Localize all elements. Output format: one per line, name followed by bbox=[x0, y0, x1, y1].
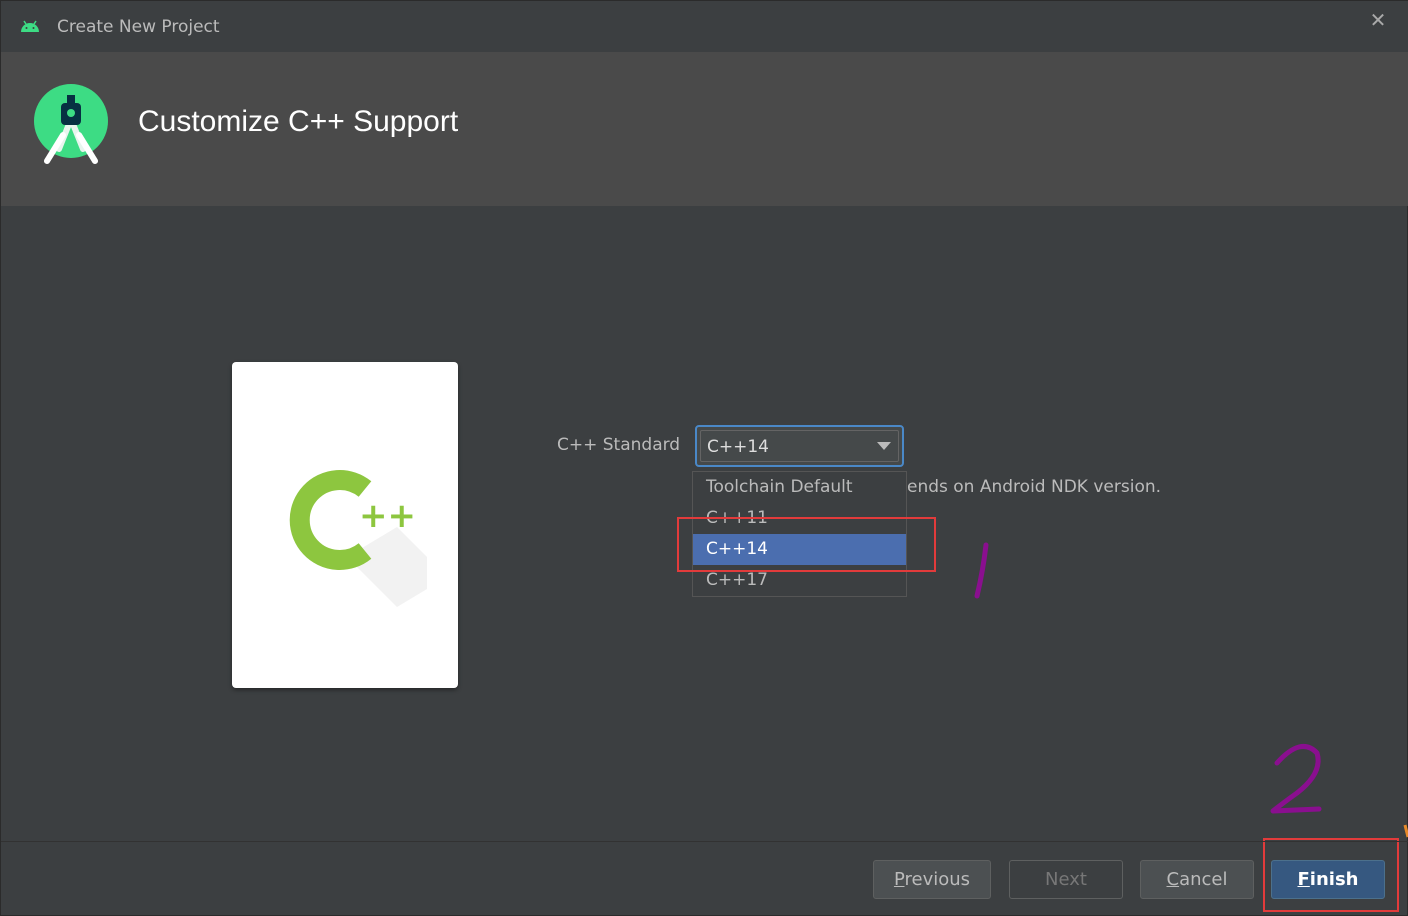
previous-button[interactable]: Previous bbox=[873, 860, 991, 899]
next-button[interactable]: Next bbox=[1009, 860, 1123, 899]
annotation-mark-1 bbox=[974, 542, 989, 599]
finish-button[interactable]: Finish bbox=[1271, 860, 1385, 899]
annotation-marks bbox=[974, 542, 1408, 838]
finish-mnemonic: F bbox=[1297, 869, 1310, 890]
next-label: Next bbox=[1045, 869, 1087, 890]
cancel-button[interactable]: Cancel bbox=[1140, 860, 1254, 899]
previous-mnemonic: P bbox=[893, 869, 905, 890]
cancel-label: ancel bbox=[1179, 869, 1228, 890]
previous-label: revious bbox=[904, 869, 971, 890]
create-project-dialog: Create New Project ✕ Customize C++ Suppo… bbox=[0, 0, 1408, 916]
finish-label: inish bbox=[1309, 869, 1359, 890]
annotation-mark-2 bbox=[1270, 743, 1322, 814]
footer-divider bbox=[1, 841, 1408, 842]
cancel-mnemonic: C bbox=[1166, 869, 1180, 890]
